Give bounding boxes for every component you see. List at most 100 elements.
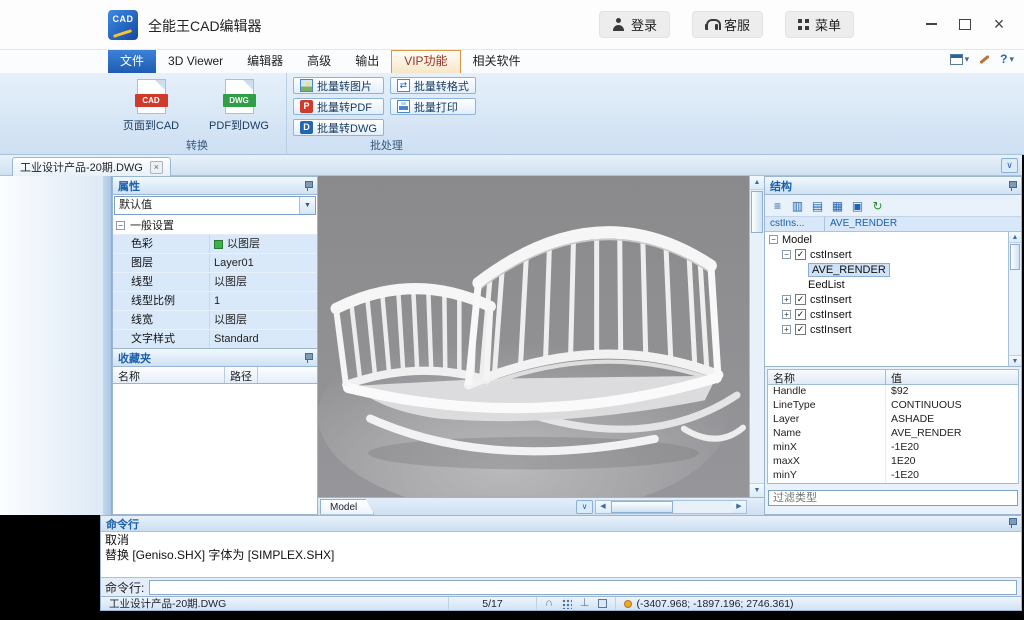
column-name[interactable]: 名称 <box>113 367 225 383</box>
table-row[interactable]: minY -1E20 <box>768 469 1018 483</box>
grid-view-icon[interactable]: ▦ <box>829 198 846 214</box>
tab-advanced[interactable]: 高级 <box>295 50 343 73</box>
help-button[interactable] <box>1000 52 1014 66</box>
favorites-list[interactable] <box>113 384 317 514</box>
tree-item-ave-render[interactable]: AVE_RENDER <box>765 262 1021 277</box>
collapse-commandbar-button[interactable] <box>576 500 593 514</box>
pin-icon[interactable] <box>1007 518 1017 528</box>
refresh-icon[interactable]: ↻ <box>869 198 886 214</box>
expand-plus-icon[interactable] <box>782 310 791 319</box>
pdf-to-dwg-button[interactable]: DWG PDF到DWG <box>202 77 276 133</box>
property-row[interactable]: 线宽 以图层 <box>113 311 317 330</box>
checkbox-checked-icon[interactable] <box>795 309 806 320</box>
dock-splitter[interactable] <box>103 176 112 515</box>
table-row[interactable]: Name AVE_RENDER <box>768 427 1018 441</box>
tree-item-cstinsert[interactable]: cstInsert <box>765 247 1021 262</box>
property-row[interactable]: 图层 Layer01 <box>113 254 317 273</box>
grid-dots-icon[interactable] <box>561 598 572 609</box>
column-view-icon[interactable]: ▥ <box>789 198 806 214</box>
dropdown-arrow-icon[interactable] <box>299 197 315 214</box>
close-button[interactable] <box>982 8 1016 40</box>
table-row[interactable]: maxX 1E20 <box>768 455 1018 469</box>
collapse-minus-icon[interactable] <box>116 221 125 230</box>
pin-icon[interactable] <box>1007 181 1017 191</box>
pin-icon[interactable] <box>303 353 313 363</box>
command-input[interactable] <box>149 580 1017 595</box>
ortho-icon[interactable]: ⊥ <box>580 598 590 609</box>
pin-icon[interactable] <box>303 181 313 191</box>
scroll-right-icon[interactable]: ▶ <box>732 501 746 513</box>
login-button[interactable]: 登录 <box>599 11 670 38</box>
model-layout-tab[interactable]: Model <box>320 499 374 515</box>
table-row[interactable]: Layer ASHADE <box>768 413 1018 427</box>
chevron-down-icon <box>1009 53 1014 65</box>
tab-output[interactable]: 输出 <box>343 50 391 73</box>
tree-item-cstinsert[interactable]: cstInsert <box>765 322 1021 337</box>
support-button[interactable]: 客服 <box>692 11 763 38</box>
document-tab[interactable]: 工业设计产品-20期.DWG <box>12 157 171 176</box>
preset-dropdown[interactable]: 默认值 <box>114 196 316 215</box>
command-input-row: 命令行: <box>101 577 1021 596</box>
property-row[interactable]: 色彩 以图层 <box>113 235 317 254</box>
property-row[interactable]: 文字样式 Standard <box>113 330 317 349</box>
batch-to-image-button[interactable]: 批量转图片 <box>293 77 384 94</box>
scroll-up-icon[interactable]: ▲ <box>1009 232 1021 243</box>
tab-editor[interactable]: 编辑器 <box>235 50 295 73</box>
filter-type-input[interactable] <box>768 490 1018 506</box>
page-to-cad-button[interactable]: CAD 页面到CAD <box>114 77 188 133</box>
tab-vip[interactable]: VIP功能 <box>391 50 460 73</box>
osnap-icon[interactable]: ∩ <box>545 598 553 609</box>
title-bar: CAD 全能王CAD编辑器 登录 客服 菜单 <box>0 0 1024 50</box>
scroll-down-icon[interactable]: ▼ <box>750 483 764 497</box>
tab-related-software[interactable]: 相关软件 <box>461 50 533 73</box>
viewport-vertical-scrollbar[interactable]: ▲ ▼ <box>749 176 764 497</box>
property-category-row[interactable]: 一般设置 <box>113 216 317 235</box>
tab-file[interactable]: 文件 <box>108 50 156 73</box>
batch-print-button[interactable]: 批量打印 <box>390 98 476 115</box>
checkbox-checked-icon[interactable] <box>795 324 806 335</box>
interface-style-button[interactable] <box>950 53 970 65</box>
list-view-icon[interactable]: ≡ <box>769 198 786 214</box>
tree-item-cstinsert[interactable]: cstInsert <box>765 307 1021 322</box>
scrollbar-thumb[interactable] <box>751 191 763 233</box>
tree-scrollbar[interactable]: ▲ ▼ <box>1008 232 1021 366</box>
checkbox-checked-icon[interactable] <box>795 294 806 305</box>
scroll-left-icon[interactable]: ◀ <box>596 501 610 513</box>
scrollbar-thumb[interactable] <box>1010 244 1020 270</box>
grid-menu-icon <box>798 19 809 30</box>
scroll-up-icon[interactable]: ▲ <box>750 176 764 190</box>
table-row[interactable]: LineType CONTINUOUS <box>768 399 1018 413</box>
property-grid: 一般设置 色彩 以图层 图层 Layer01 线型 以图层 线型比例 1 <box>113 216 317 349</box>
property-row[interactable]: 线型 以图层 <box>113 273 317 292</box>
minimize-button[interactable] <box>914 8 948 40</box>
viewport-horizontal-scrollbar[interactable]: ◀ ▶ <box>595 500 747 514</box>
scroll-down-icon[interactable]: ▼ <box>1009 355 1021 366</box>
table-row[interactable]: Handle $92 <box>768 385 1018 399</box>
property-row[interactable]: 线型比例 1 <box>113 292 317 311</box>
3d-canvas[interactable] <box>318 176 749 497</box>
save-icon[interactable]: ▣ <box>849 198 866 214</box>
expand-plus-icon[interactable] <box>782 325 791 334</box>
batch-to-pdf-button[interactable]: 批量转PDF <box>293 98 384 115</box>
theme-button[interactable] <box>979 58 990 61</box>
details-view-icon[interactable]: ▤ <box>809 198 826 214</box>
tab-3d-viewer[interactable]: 3D Viewer <box>156 50 235 73</box>
column-path[interactable]: 路径 <box>225 367 258 383</box>
menu-button[interactable]: 菜单 <box>785 11 854 38</box>
table-row[interactable]: minX -1E20 <box>768 441 1018 455</box>
statusbar-coordinates: (-3407.968; -1897.196; 2746.361) <box>616 597 802 610</box>
tree-item-eedlist[interactable]: EedList <box>765 277 1021 292</box>
collapse-minus-icon[interactable] <box>782 250 791 259</box>
tab-close-icon[interactable] <box>150 161 163 174</box>
batch-to-dwg-button[interactable]: 批量转DWG <box>293 119 384 136</box>
collapse-minus-icon[interactable] <box>769 235 778 244</box>
batch-convert-format-button[interactable]: 批量转格式 <box>390 77 476 94</box>
dyn-mode-icon[interactable] <box>598 599 607 608</box>
maximize-button[interactable] <box>948 8 982 40</box>
checkbox-checked-icon[interactable] <box>795 249 806 260</box>
scrollbar-thumb[interactable] <box>611 501 673 513</box>
tree-item-cstinsert[interactable]: cstInsert <box>765 292 1021 307</box>
tree-item-model[interactable]: Model <box>765 232 1021 247</box>
expand-plus-icon[interactable] <box>782 295 791 304</box>
collapse-panel-button[interactable] <box>1001 158 1018 173</box>
